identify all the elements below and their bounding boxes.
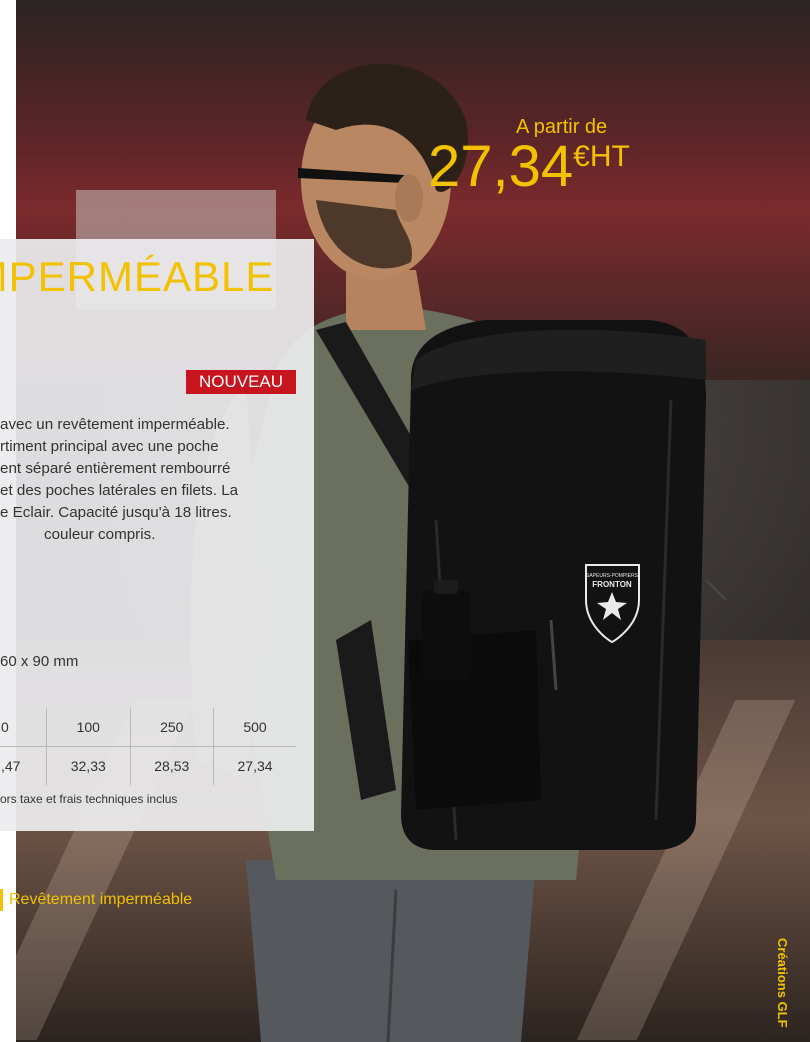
- price-row: ,47 32,33 28,53 27,34: [0, 746, 296, 785]
- description-line: ent séparé entièrement rembourré: [0, 460, 231, 477]
- bottle-cap: [434, 580, 458, 594]
- description-line: avec un revêtement imperméable.: [0, 416, 230, 433]
- feature-label: Revêtement imperméable: [9, 891, 193, 908]
- quantity-cell: 500: [213, 708, 296, 747]
- product-headline: IMPERMÉABLE: [0, 253, 275, 300]
- quantity-cell: 250: [130, 708, 215, 747]
- jeans-shape: [246, 860, 536, 1042]
- quantity-cell: 0: [0, 708, 47, 747]
- price-note: ors taxe et frais techniques inclus: [0, 792, 178, 806]
- feature-marker: [0, 889, 3, 911]
- marking-dimension: 60 x 90 mm: [0, 653, 79, 670]
- quantity-row: 0 100 250 500: [0, 708, 296, 747]
- price-cell: 28,53: [130, 746, 215, 785]
- bottle: [421, 590, 471, 680]
- credit-text: Créations GLF: [775, 938, 790, 1028]
- ear: [395, 174, 423, 222]
- product-description: avec un revêtement imperméable. rtiment …: [0, 414, 296, 546]
- price-unit: €HT: [573, 140, 630, 173]
- description-line: e Eclair. Capacité jusqu'à 18 litres.: [0, 504, 232, 521]
- price-value: 27,34€HT: [428, 138, 630, 196]
- description-line: et des poches latérales en filets. La: [0, 482, 239, 499]
- svg-text:SAPEURS-POMPIERS: SAPEURS-POMPIERS: [586, 573, 639, 579]
- svg-text:FRONTON: FRONTON: [592, 580, 632, 589]
- price-cell: 27,34: [237, 758, 273, 774]
- price-amount: 27,34: [428, 134, 574, 199]
- price-cell: ,47: [0, 746, 47, 785]
- price-table: 0 100 250 500 ,47 32,33 28,53 27,34: [0, 708, 296, 785]
- description-line: couleur compris.: [44, 526, 156, 543]
- description-line: rtiment principal avec une poche: [0, 438, 219, 455]
- quantity-cell: 100: [46, 708, 131, 747]
- zipper-pull: [704, 578, 728, 602]
- new-badge: NOUVEAU: [186, 370, 296, 394]
- price-cell: 32,33: [46, 746, 131, 785]
- feature-tag: Revêtement imperméable: [0, 889, 192, 911]
